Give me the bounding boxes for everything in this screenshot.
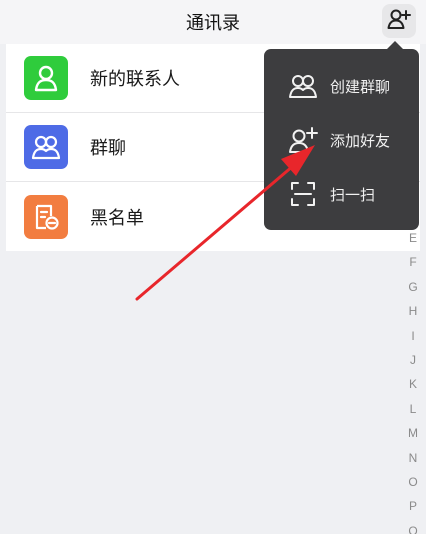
add-friend-icon — [288, 125, 318, 155]
index-letter-g[interactable]: G — [408, 275, 417, 299]
menu-item-label: 扫一扫 — [330, 185, 376, 204]
menu-item-label: 添加好友 — [330, 131, 391, 150]
index-letter-i[interactable]: I — [411, 324, 414, 348]
list-item-label: 黑名单 — [90, 207, 144, 229]
alphabet-index-bar[interactable]: E F G H I J K L M N O P Q — [406, 226, 420, 534]
popup-caret — [387, 41, 403, 49]
scan-icon — [288, 179, 318, 209]
index-letter-n[interactable]: N — [409, 446, 418, 470]
index-letter-p[interactable]: P — [409, 494, 417, 518]
blacklist-icon — [24, 194, 68, 239]
index-letter-q[interactable]: Q — [408, 519, 417, 534]
add-popup-menu: 创建群聊 添加好友 扫一扫 — [264, 41, 419, 230]
index-letter-k[interactable]: K — [409, 372, 417, 396]
menu-item-label: 创建群聊 — [330, 77, 391, 96]
list-item-label: 群聊 — [90, 138, 126, 159]
index-letter-o[interactable]: O — [408, 470, 417, 494]
menu-item-create-group-chat[interactable]: 创建群聊 — [264, 58, 419, 114]
index-letter-j[interactable]: J — [410, 348, 416, 372]
group-chat-icon — [24, 125, 68, 169]
index-letter-m[interactable]: M — [408, 421, 418, 445]
list-item-label: 新的联系人 — [90, 69, 180, 90]
page-title: 通讯录 — [186, 13, 240, 34]
index-letter-l[interactable]: L — [410, 397, 417, 421]
menu-item-scan[interactable]: 扫一扫 — [264, 166, 419, 222]
index-letter-h[interactable]: H — [409, 299, 418, 323]
group-chat-icon — [288, 71, 318, 101]
add-contact-button[interactable] — [382, 4, 416, 38]
top-bar: 通讯录 — [0, 0, 426, 44]
index-letter-f[interactable]: F — [409, 250, 416, 274]
menu-item-add-friend[interactable]: 添加好友 — [264, 112, 419, 168]
add-contact-icon — [387, 8, 411, 34]
new-contact-icon — [24, 56, 68, 100]
